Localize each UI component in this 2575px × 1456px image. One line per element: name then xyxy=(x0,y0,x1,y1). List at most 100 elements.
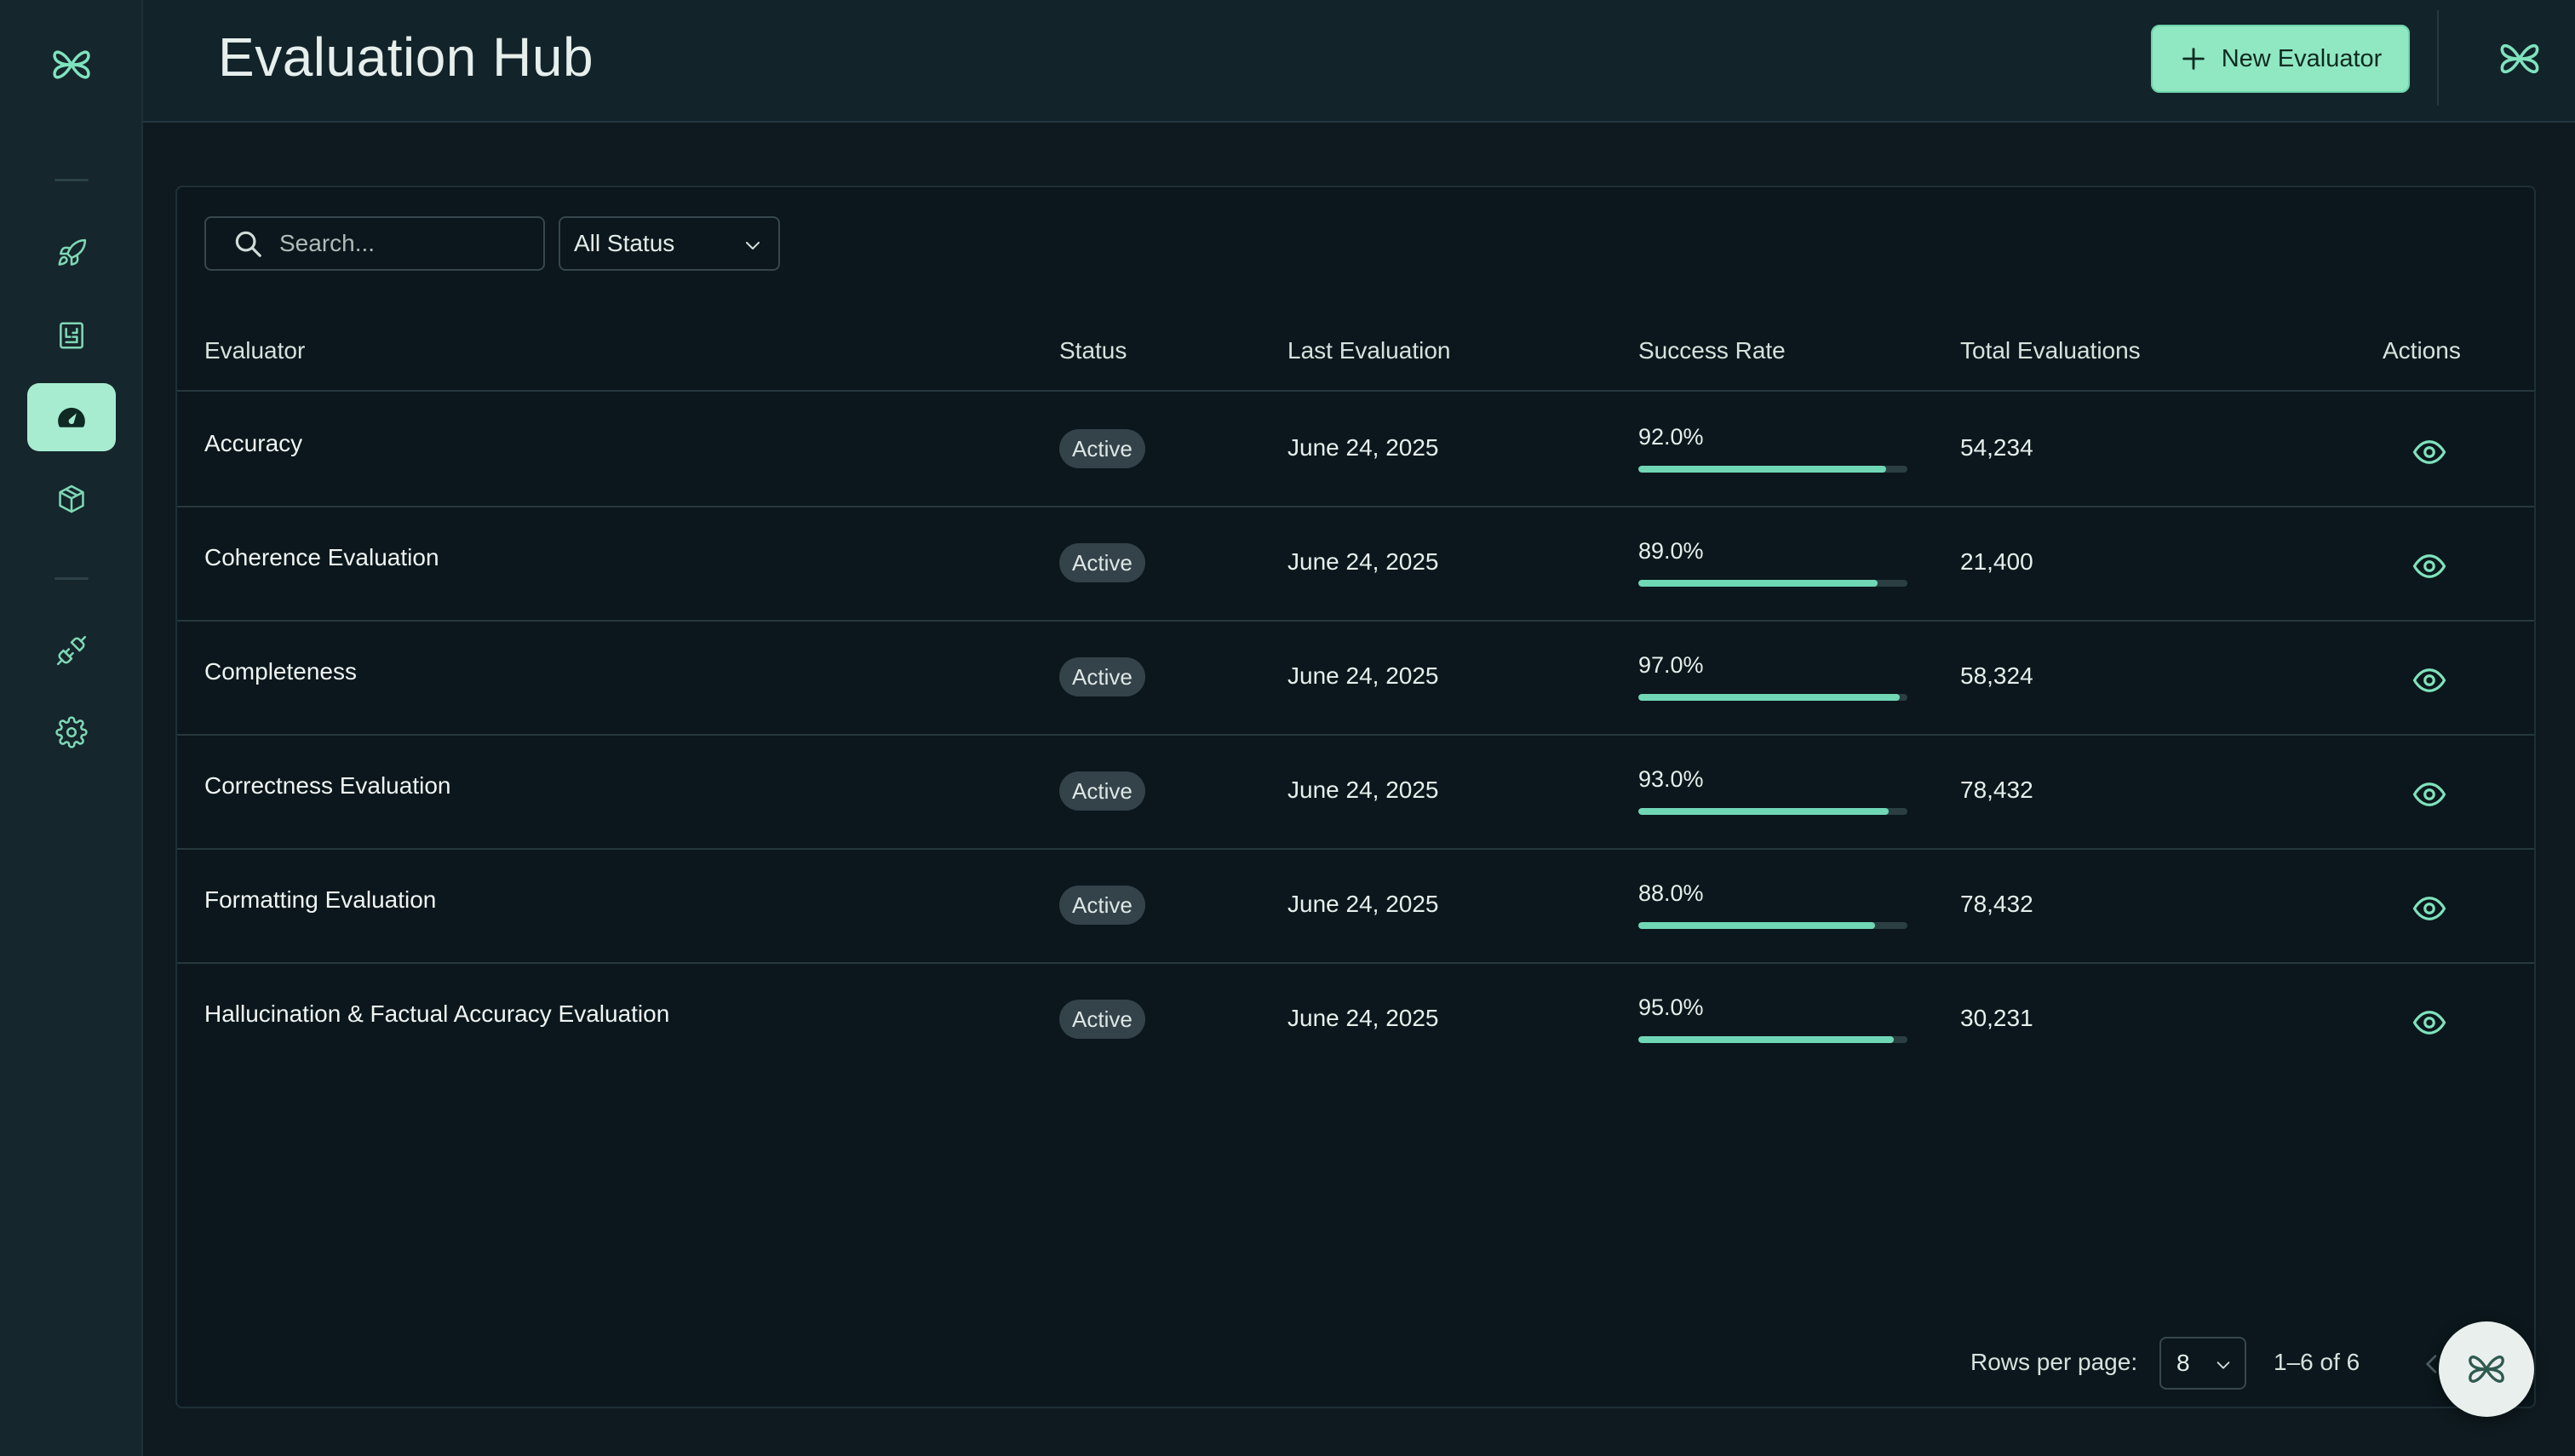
evaluator-name[interactable]: Hallucination & Factual Accuracy Evaluat… xyxy=(204,1000,669,1028)
success-rate-value: 95.0% xyxy=(1638,995,1704,1020)
success-rate-bar xyxy=(1638,580,1907,587)
cube-icon xyxy=(59,484,84,513)
evaluator-name[interactable]: Completeness xyxy=(204,658,357,685)
status-badge: Active xyxy=(1059,429,1145,468)
rows-per-page-value: 8 xyxy=(2176,1350,2190,1376)
page-title: Evaluation Hub xyxy=(218,26,594,88)
last-evaluation-date: June 24, 2025 xyxy=(1288,548,1439,575)
total-evaluations: 58,324 xyxy=(1960,662,2033,689)
column-header-total-evaluations[interactable]: Total Evaluations xyxy=(1960,337,2141,364)
status-badge: Active xyxy=(1059,543,1145,582)
search-box[interactable] xyxy=(204,216,545,271)
success-rate-fill xyxy=(1638,580,1878,587)
status-filter-select[interactable]: All Status xyxy=(559,216,780,271)
app-root: Evaluation Hub New Evaluator All St xyxy=(0,0,2575,1456)
status-badge: Active xyxy=(1059,771,1145,811)
success-rate-bar xyxy=(1638,808,1907,815)
assistant-fab-button[interactable] xyxy=(2439,1321,2534,1417)
new-evaluator-label: New Evaluator xyxy=(2221,44,2383,72)
sidebar xyxy=(0,0,143,1456)
total-evaluations: 78,432 xyxy=(1960,777,2033,803)
column-header-status[interactable]: Status xyxy=(1059,337,1127,364)
column-header-last-evaluation[interactable]: Last Evaluation xyxy=(1288,337,1450,364)
success-rate-bar xyxy=(1638,1036,1907,1043)
status-badge: Active xyxy=(1059,886,1145,925)
new-evaluator-button[interactable]: New Evaluator xyxy=(2151,25,2410,93)
success-rate-fill xyxy=(1638,1036,1895,1043)
logo-icon[interactable] xyxy=(48,41,95,89)
total-evaluations: 54,234 xyxy=(1960,434,2033,461)
gear-icon xyxy=(55,716,88,748)
total-evaluations: 21,400 xyxy=(1960,548,2033,575)
table-row[interactable]: Formatting Evaluation Active June 24, 20… xyxy=(177,850,2534,964)
rocket-icon xyxy=(58,238,87,266)
success-rate-value: 89.0% xyxy=(1638,538,1704,564)
rows-per-page-select[interactable]: 8 xyxy=(2159,1337,2246,1390)
view-eye-icon[interactable] xyxy=(2412,777,2447,812)
success-rate-value: 92.0% xyxy=(1638,424,1704,450)
success-rate-value: 93.0% xyxy=(1638,766,1704,792)
sidebar-item-integrations[interactable] xyxy=(27,616,116,685)
success-rate-fill xyxy=(1638,694,1900,701)
column-header-evaluator[interactable]: Evaluator xyxy=(204,337,305,364)
total-evaluations: 78,432 xyxy=(1960,891,2033,917)
view-eye-icon[interactable] xyxy=(2412,662,2447,698)
evaluator-name[interactable]: Formatting Evaluation xyxy=(204,886,436,914)
view-eye-icon[interactable] xyxy=(2412,548,2447,584)
table-row[interactable]: Correctness Evaluation Active June 24, 2… xyxy=(177,736,2534,850)
success-rate-fill xyxy=(1638,466,1886,473)
header-divider xyxy=(2437,10,2439,106)
search-input[interactable] xyxy=(279,230,518,257)
success-rate-bar xyxy=(1638,694,1907,701)
success-rate-fill xyxy=(1638,808,1889,815)
success-rate: 92.0% xyxy=(1638,424,1907,473)
success-rate: 89.0% xyxy=(1638,538,1907,587)
last-evaluation-date: June 24, 2025 xyxy=(1288,434,1439,461)
sidebar-divider xyxy=(54,179,89,181)
last-evaluation-date: June 24, 2025 xyxy=(1288,777,1439,803)
status-badge: Active xyxy=(1059,1000,1145,1039)
chevron-down-icon xyxy=(746,242,760,249)
table-row[interactable]: Accuracy Active June 24, 2025 92.0% 54,2… xyxy=(177,393,2534,507)
table-header: Evaluator Status Last Evaluation Success… xyxy=(177,315,2534,392)
last-evaluation-date: June 24, 2025 xyxy=(1288,662,1439,689)
table-row[interactable]: Hallucination & Factual Accuracy Evaluat… xyxy=(177,964,2534,1078)
table-row[interactable]: Coherence Evaluation Active June 24, 202… xyxy=(177,507,2534,622)
sidebar-item-evaluation[interactable] xyxy=(27,383,116,451)
sidebar-item-blueprints[interactable] xyxy=(27,301,116,370)
success-rate-value: 97.0% xyxy=(1638,652,1704,678)
column-header-actions: Actions xyxy=(2383,337,2461,364)
view-eye-icon[interactable] xyxy=(2412,434,2447,470)
chevron-down-icon xyxy=(2217,1361,2230,1369)
success-rate-fill xyxy=(1638,922,1876,929)
status-badge: Active xyxy=(1059,657,1145,696)
evaluator-name[interactable]: Coherence Evaluation xyxy=(204,544,439,571)
sidebar-item-settings[interactable] xyxy=(27,698,116,766)
evaluator-name[interactable]: Correctness Evaluation xyxy=(204,772,450,800)
table-row[interactable]: Completeness Active June 24, 2025 97.0% … xyxy=(177,622,2534,736)
dashboard-gauge-icon xyxy=(58,407,85,427)
success-rate-bar xyxy=(1638,922,1907,929)
search-icon xyxy=(235,231,261,257)
plug-icon xyxy=(56,635,87,666)
sidebar-item-models[interactable] xyxy=(27,465,116,533)
status-filter-value: All Status xyxy=(574,230,675,256)
pagination-range: 1–6 of 6 xyxy=(2274,1349,2360,1375)
brand-logo-icon[interactable] xyxy=(2495,34,2544,83)
sidebar-divider xyxy=(54,577,89,580)
blueprint-icon xyxy=(60,322,83,349)
success-rate: 88.0% xyxy=(1638,880,1907,929)
sidebar-item-deploy[interactable] xyxy=(27,220,116,288)
last-evaluation-date: June 24, 2025 xyxy=(1288,891,1439,917)
last-evaluation-date: June 24, 2025 xyxy=(1288,1005,1439,1031)
view-eye-icon[interactable] xyxy=(2412,1005,2447,1040)
plus-icon xyxy=(2182,48,2205,70)
column-header-success-rate[interactable]: Success Rate xyxy=(1638,337,1786,364)
brand-logo-icon xyxy=(2469,1356,2504,1383)
evaluator-name[interactable]: Accuracy xyxy=(204,430,302,457)
success-rate: 93.0% xyxy=(1638,766,1907,815)
success-rate: 97.0% xyxy=(1638,652,1907,701)
view-eye-icon[interactable] xyxy=(2412,891,2447,926)
evaluators-card: All Status Evaluator Status Last Evaluat… xyxy=(175,186,2536,1408)
success-rate-value: 88.0% xyxy=(1638,880,1704,906)
